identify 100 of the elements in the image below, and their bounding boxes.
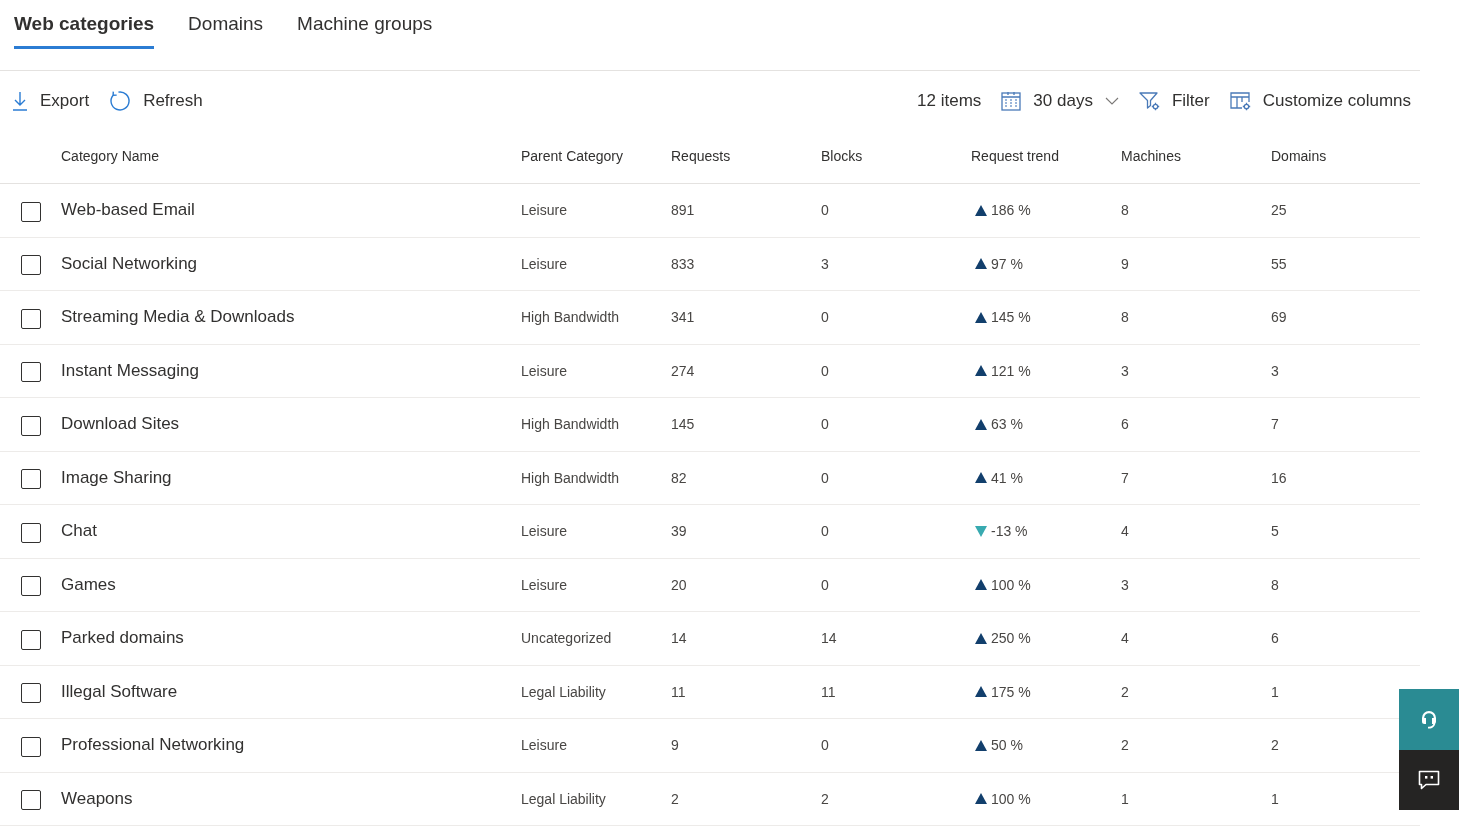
column-header[interactable]: Parent Category <box>521 147 623 165</box>
machine-count: 4 <box>1121 522 1129 541</box>
domain-count: 7 <box>1271 415 1279 434</box>
machine-count: 9 <box>1121 254 1129 273</box>
export-button[interactable]: Export <box>12 89 90 113</box>
row-checkbox[interactable] <box>21 790 41 811</box>
item-count: 12 items <box>917 90 982 112</box>
category-name: Illegal Software <box>61 680 178 703</box>
category-name: Streaming Media & Downloads <box>61 306 295 329</box>
category-name: Download Sites <box>61 413 180 436</box>
headset-icon <box>1420 709 1438 730</box>
category-name: Instant Messaging <box>61 359 199 382</box>
block-count: 0 <box>821 308 829 327</box>
trend-value: 186 % <box>991 201 1031 220</box>
trend-value: 63 % <box>991 415 1023 434</box>
row-checkbox[interactable] <box>21 576 41 597</box>
row-checkbox[interactable] <box>21 362 41 383</box>
parent-category: High Bandwidth <box>521 308 620 327</box>
domain-count: 25 <box>1271 201 1287 220</box>
parent-category: Legal Liability <box>521 682 606 701</box>
triangle-down-icon <box>975 525 987 537</box>
request-count: 20 <box>671 575 687 594</box>
machine-count: 3 <box>1121 361 1129 380</box>
customize-columns-button[interactable]: Customize columns <box>1229 89 1411 113</box>
machine-count: 4 <box>1121 629 1129 648</box>
column-header[interactable]: Requests <box>671 147 731 165</box>
block-count: 14 <box>821 629 837 648</box>
category-name: Parked domains <box>61 627 184 650</box>
triangle-up-icon <box>975 472 987 484</box>
domain-count: 2 <box>1271 736 1279 755</box>
trend-value: 97 % <box>991 254 1023 273</box>
trend-value: 100 % <box>991 575 1031 594</box>
row-checkbox[interactable] <box>21 629 41 650</box>
request-count: 39 <box>671 522 687 541</box>
request-count: 2 <box>671 789 679 808</box>
row-checkbox[interactable] <box>21 415 41 436</box>
block-count: 0 <box>821 468 829 487</box>
trend-value: -13 % <box>991 522 1028 541</box>
category-name: Weapons <box>61 787 133 810</box>
tab[interactable]: Web categories <box>14 0 155 49</box>
column-header[interactable]: Category Name <box>61 147 160 165</box>
row-checkbox[interactable] <box>21 255 41 276</box>
machine-count: 2 <box>1121 736 1129 755</box>
tab[interactable]: Machine groups <box>297 0 433 49</box>
block-count: 11 <box>821 682 836 701</box>
table-settings-icon <box>1229 91 1251 111</box>
refresh-icon <box>109 90 132 112</box>
trend-value: 175 % <box>991 682 1031 701</box>
domain-count: 5 <box>1271 522 1279 541</box>
row-checkbox[interactable] <box>21 683 41 704</box>
triangle-up-icon <box>975 579 987 591</box>
domain-count: 3 <box>1271 361 1279 380</box>
trend-value: 121 % <box>991 361 1031 380</box>
triangle-up-icon <box>975 632 987 644</box>
domain-count: 55 <box>1271 254 1287 273</box>
category-name: Social Networking <box>61 252 198 275</box>
block-count: 0 <box>821 522 829 541</box>
refresh-button[interactable]: Refresh <box>109 89 203 113</box>
domain-count: 1 <box>1271 682 1279 701</box>
column-header[interactable]: Domains <box>1271 147 1327 165</box>
filter-button[interactable]: Filter <box>1138 89 1210 113</box>
trend-value: 250 % <box>991 629 1031 648</box>
column-header[interactable]: Machines <box>1121 147 1181 165</box>
category-name: Chat <box>61 520 97 543</box>
date-range-dropdown[interactable]: 30 days <box>1001 89 1119 113</box>
tab[interactable]: Domains <box>188 0 264 49</box>
category-name: Professional Networking <box>61 734 245 757</box>
block-count: 0 <box>821 415 829 434</box>
domain-count: 16 <box>1271 468 1287 487</box>
parent-category: Leisure <box>521 575 567 594</box>
request-count: 891 <box>671 201 695 220</box>
machine-count: 8 <box>1121 201 1129 220</box>
request-count: 14 <box>671 629 687 648</box>
support-button[interactable] <box>1399 689 1459 750</box>
parent-category: Legal Liability <box>521 789 606 808</box>
parent-category: Uncategorized <box>521 629 612 648</box>
column-header[interactable]: Request trend <box>971 147 1059 165</box>
triangle-up-icon <box>975 311 987 323</box>
request-count: 341 <box>671 308 695 327</box>
machine-count: 3 <box>1121 575 1129 594</box>
row-checkbox[interactable] <box>21 522 41 543</box>
trend-value: 50 % <box>991 736 1023 755</box>
row-checkbox[interactable] <box>21 736 41 757</box>
row-checkbox[interactable] <box>21 201 41 222</box>
trend-value: 100 % <box>991 789 1031 808</box>
parent-category: Leisure <box>521 254 567 273</box>
block-count: 2 <box>821 789 829 808</box>
request-count: 274 <box>671 361 695 380</box>
block-count: 0 <box>821 361 829 380</box>
parent-category: Leisure <box>521 522 567 541</box>
domain-count: 8 <box>1271 575 1279 594</box>
row-checkbox[interactable] <box>21 469 41 490</box>
request-count: 833 <box>671 254 695 273</box>
parent-category: Leisure <box>521 736 567 755</box>
row-checkbox[interactable] <box>21 308 41 329</box>
triangle-up-icon <box>975 258 987 270</box>
domain-count: 69 <box>1271 308 1287 327</box>
column-header[interactable]: Blocks <box>821 147 863 165</box>
feedback-button[interactable] <box>1399 750 1459 810</box>
chat-icon <box>1418 770 1440 790</box>
